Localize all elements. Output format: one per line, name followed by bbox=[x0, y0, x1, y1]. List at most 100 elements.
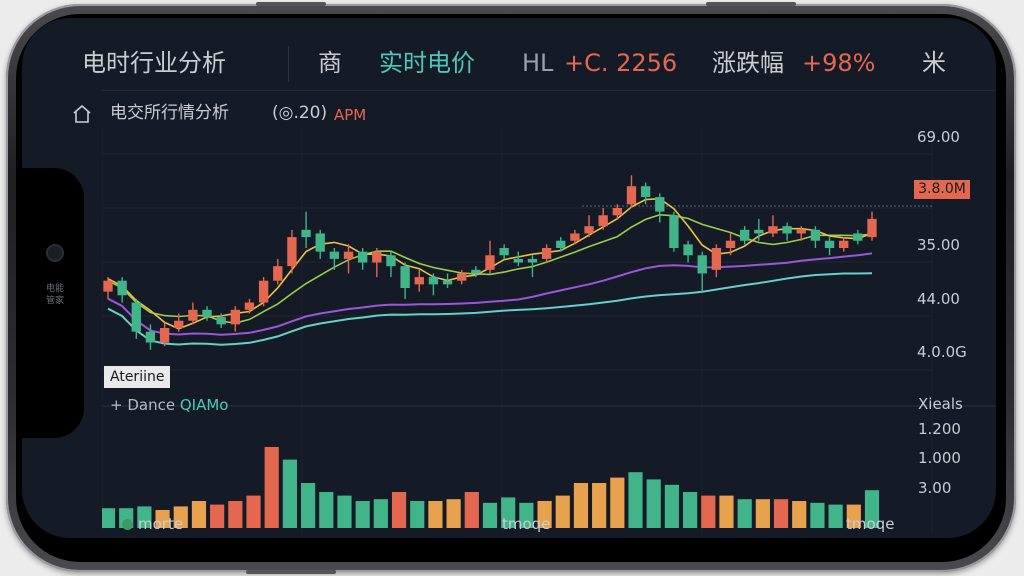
filter-tab[interactable]: 商 bbox=[318, 48, 342, 78]
candle-body bbox=[301, 229, 311, 238]
volume-bar bbox=[337, 495, 352, 528]
volume-bar bbox=[555, 495, 570, 528]
current-price-tag: 3.8.0M bbox=[914, 180, 970, 199]
volume-title[interactable]: + Dance QIAMo bbox=[110, 396, 228, 414]
top-bar: 电时行业分析 商 实时电价 HL +C. 2256 涨跌幅 +98% 米 bbox=[22, 18, 996, 98]
candle-body bbox=[669, 215, 679, 248]
candle-body bbox=[372, 251, 382, 263]
candle-body bbox=[442, 280, 453, 285]
candle-body bbox=[810, 229, 821, 241]
volume-bar bbox=[446, 499, 461, 528]
candle-body bbox=[556, 240, 566, 248]
candle-body bbox=[570, 233, 580, 241]
candle-body bbox=[499, 248, 509, 256]
candle-body bbox=[485, 255, 495, 270]
home-icon[interactable] bbox=[72, 104, 92, 124]
candle-body bbox=[739, 229, 750, 241]
candle-body bbox=[527, 258, 538, 263]
candle-body bbox=[612, 208, 623, 216]
volume-bar bbox=[773, 499, 789, 528]
side-button-bottom bbox=[246, 570, 336, 574]
volume-bar bbox=[391, 492, 407, 528]
volume-bar bbox=[191, 501, 207, 528]
candle-body bbox=[754, 229, 764, 234]
menu-icon[interactable]: 米 bbox=[922, 48, 946, 78]
app-screen: 电时行业分析 商 实时电价 HL +C. 2256 涨跌幅 +98% 米 电交所… bbox=[22, 18, 996, 538]
candle-body bbox=[273, 266, 283, 281]
volume-bar bbox=[628, 472, 643, 528]
volume-bar bbox=[683, 492, 698, 528]
volume-bar bbox=[210, 504, 225, 528]
volume-axis-label: 1.200 bbox=[918, 420, 961, 438]
volume-bar bbox=[228, 501, 243, 528]
indicator-legend[interactable]: Ateriine bbox=[104, 366, 171, 388]
candle-body bbox=[159, 328, 170, 343]
candle-body bbox=[513, 258, 523, 263]
market-extra: (◎.20) bbox=[272, 103, 328, 123]
candle-body bbox=[796, 229, 806, 234]
volume-bar bbox=[810, 502, 825, 528]
volume-bar bbox=[282, 459, 297, 528]
candle-body bbox=[626, 186, 637, 205]
volume-bar bbox=[428, 501, 443, 528]
x-axis-label: tmoqe bbox=[846, 515, 895, 533]
candle-body bbox=[655, 197, 665, 212]
candle-body bbox=[414, 277, 424, 285]
volume-bar bbox=[102, 508, 116, 528]
candle-body bbox=[457, 273, 467, 281]
volume-axis-title: Xieals bbox=[918, 395, 963, 413]
candle-body bbox=[598, 215, 608, 227]
volume-bar bbox=[264, 447, 279, 528]
phone-notch: 电能管家 bbox=[22, 168, 84, 438]
candle-body bbox=[131, 302, 141, 332]
candle-body bbox=[103, 280, 113, 292]
camera-icon bbox=[48, 246, 62, 260]
volume-bar bbox=[410, 501, 425, 528]
candle-body bbox=[471, 269, 481, 274]
candle-body bbox=[711, 248, 722, 270]
volume-bar bbox=[737, 499, 752, 528]
volume-button bbox=[256, 2, 326, 6]
candle-body bbox=[315, 233, 325, 252]
side-caption: 电能管家 bbox=[46, 284, 65, 306]
header-separator bbox=[102, 90, 996, 91]
candle-body bbox=[541, 248, 552, 259]
candle-body bbox=[725, 240, 736, 248]
x-axis-label-text: morte bbox=[138, 515, 184, 533]
candle-body bbox=[853, 233, 863, 241]
candle-body bbox=[258, 280, 269, 303]
page-title: 电时行业分析 bbox=[82, 49, 226, 77]
price-prefix: HL bbox=[522, 49, 554, 77]
change-label: 涨跌幅 bbox=[712, 49, 784, 77]
volume-bar bbox=[610, 477, 625, 528]
candle-body bbox=[357, 251, 368, 263]
volume-bar bbox=[755, 499, 770, 528]
realtime-price-tab[interactable]: 实时电价 bbox=[379, 48, 475, 78]
volume-title-prefix: + Dance bbox=[110, 396, 176, 414]
volume-bar bbox=[664, 484, 679, 528]
candle-body bbox=[400, 266, 410, 288]
candle-body bbox=[287, 237, 297, 267]
price-value: +C. 2256 bbox=[564, 49, 678, 77]
volume-bar bbox=[482, 502, 498, 528]
volume-bar bbox=[701, 495, 716, 528]
x-axis-label: morte bbox=[122, 515, 183, 533]
volume-bar bbox=[573, 483, 589, 528]
candle-body bbox=[343, 251, 354, 259]
power-button bbox=[706, 2, 796, 6]
candle-body bbox=[329, 251, 340, 259]
volume-bar bbox=[464, 492, 479, 528]
candle-body bbox=[216, 317, 226, 325]
price-axis-label: 4.0.0G bbox=[917, 343, 967, 361]
price-chart[interactable] bbox=[102, 128, 996, 533]
price-axis-label: 69.00 bbox=[917, 128, 960, 146]
candle-body bbox=[428, 277, 439, 285]
candle-body bbox=[683, 244, 693, 256]
candle-body bbox=[202, 309, 212, 318]
header-divider bbox=[288, 46, 289, 82]
market-time: APM bbox=[334, 106, 367, 124]
candle-body bbox=[145, 331, 156, 343]
volume-bar bbox=[592, 483, 607, 528]
volume-axis-label: 1.000 bbox=[918, 449, 961, 467]
candle-body bbox=[117, 280, 127, 296]
